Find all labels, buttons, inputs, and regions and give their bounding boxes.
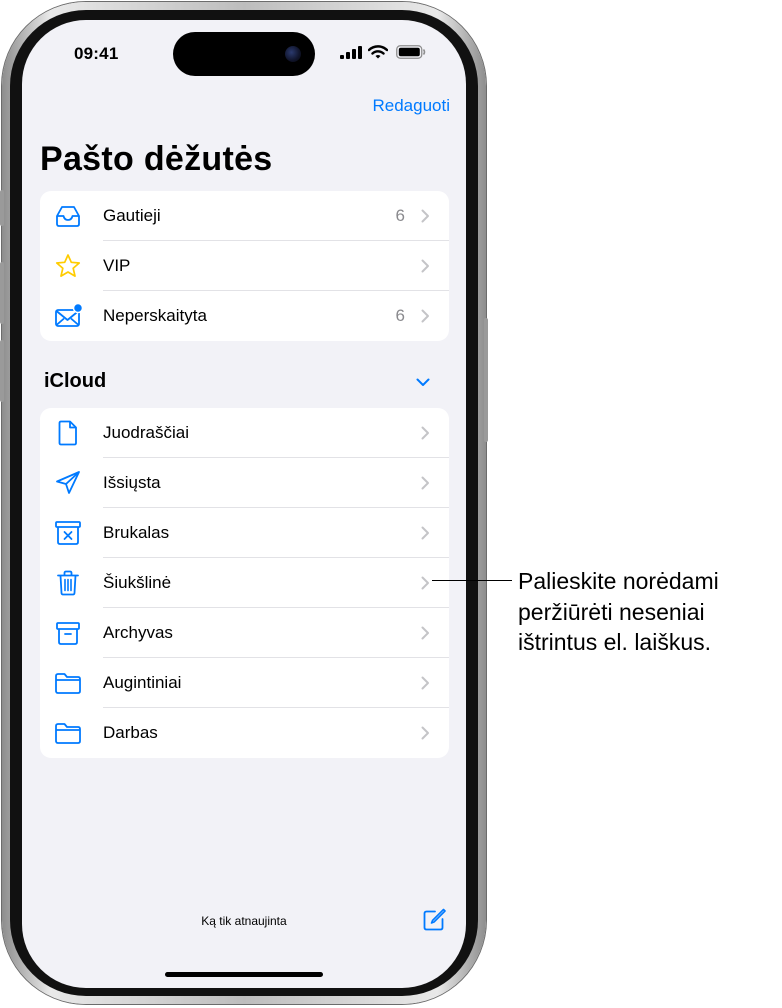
- status-time: 09:41: [74, 44, 119, 63]
- unread-count: 6: [395, 306, 405, 325]
- wifi-icon: [368, 45, 388, 59]
- chevron-right-icon: [421, 259, 429, 273]
- battery-icon: [396, 45, 426, 59]
- chevron-right-icon: [421, 426, 429, 440]
- chevron-right-icon: [421, 526, 429, 540]
- chevron-down-icon[interactable]: [416, 378, 430, 387]
- status-icons: [340, 45, 430, 60]
- mailbox-row-sent[interactable]: Išsiųsta: [40, 458, 449, 508]
- mailbox-label: Juodraščiai: [103, 423, 189, 442]
- mailbox-label: Gautieji: [103, 206, 161, 225]
- mailbox-label: Augintiniai: [103, 673, 182, 692]
- inbox-icon: [56, 206, 80, 227]
- chevron-right-icon: [421, 576, 429, 590]
- action-button: [0, 190, 4, 226]
- front-camera-icon: [285, 46, 301, 62]
- trash-icon: [57, 570, 79, 596]
- compose-icon[interactable]: [422, 908, 446, 932]
- mailbox-row-inbox[interactable]: Gautieji 6: [40, 191, 449, 241]
- chevron-right-icon: [421, 676, 429, 690]
- mailbox-row-junk[interactable]: Brukalas: [40, 508, 449, 558]
- callout-line: peržiūrėti neseniai: [518, 598, 705, 625]
- callout-text: Palieskite norėdami peržiūrėti neseniai …: [518, 566, 719, 658]
- chevron-right-icon: [421, 309, 429, 323]
- home-indicator[interactable]: [165, 972, 323, 977]
- mailbox-label: Darbas: [103, 723, 158, 742]
- edit-button[interactable]: Redaguoti: [372, 96, 450, 116]
- paperplane-icon: [56, 471, 80, 494]
- mailbox-row-pets[interactable]: Augintiniai: [40, 658, 449, 708]
- icloud-mailboxes-list: Juodraščiai Išsiųsta Brukalas Šiukšlinė …: [40, 408, 449, 758]
- side-button: [484, 318, 488, 442]
- star-icon: [55, 254, 81, 277]
- callout-line: Palieskite norėdami: [518, 568, 719, 594]
- callout-leader-line: [432, 580, 512, 581]
- update-status-text: Ką tik atnaujinta: [201, 914, 287, 928]
- mailbox-label: Archyvas: [103, 623, 173, 642]
- page-title: Pašto dėžutės: [40, 140, 273, 178]
- volume-down-button: [0, 340, 4, 402]
- chevron-right-icon: [421, 626, 429, 640]
- callout-line: ištrintus el. laiškus.: [518, 629, 712, 655]
- mailbox-row-unread[interactable]: Neperskaityta 6: [40, 291, 449, 341]
- unread-count: 6: [395, 206, 405, 225]
- mailbox-label: Neperskaityta: [103, 306, 207, 325]
- document-icon: [58, 420, 77, 446]
- mailbox-row-trash[interactable]: Šiukšlinė: [40, 558, 449, 608]
- mailbox-label: VIP: [103, 256, 131, 275]
- chevron-right-icon: [421, 726, 429, 740]
- mailbox-label: Brukalas: [103, 523, 170, 542]
- cellular-signal-icon: [340, 46, 362, 59]
- unread-envelope-icon: [55, 303, 82, 327]
- archive-icon: [56, 622, 80, 645]
- mailbox-row-archive[interactable]: Archyvas: [40, 608, 449, 658]
- folder-icon: [55, 673, 81, 694]
- smart-mailboxes-list: Gautieji 6 VIP Neperskaityta 6: [40, 191, 449, 341]
- section-header-icloud[interactable]: iCloud: [44, 370, 106, 393]
- dynamic-island: [173, 32, 315, 76]
- mailbox-label: Išsiųsta: [103, 473, 161, 492]
- chevron-right-icon: [421, 209, 429, 223]
- mailbox-row-work[interactable]: Darbas: [40, 708, 449, 758]
- volume-up-button: [0, 262, 4, 324]
- screen: 09:41 Redaguoti Pašto dėžutės Gautieji 6…: [22, 20, 466, 988]
- chevron-right-icon: [421, 476, 429, 490]
- mailbox-row-vip[interactable]: VIP: [40, 241, 449, 291]
- folder-icon: [55, 723, 81, 744]
- mailbox-row-drafts[interactable]: Juodraščiai: [40, 408, 449, 458]
- junk-icon: [55, 521, 81, 545]
- mailbox-label: Šiukšlinė: [103, 573, 172, 592]
